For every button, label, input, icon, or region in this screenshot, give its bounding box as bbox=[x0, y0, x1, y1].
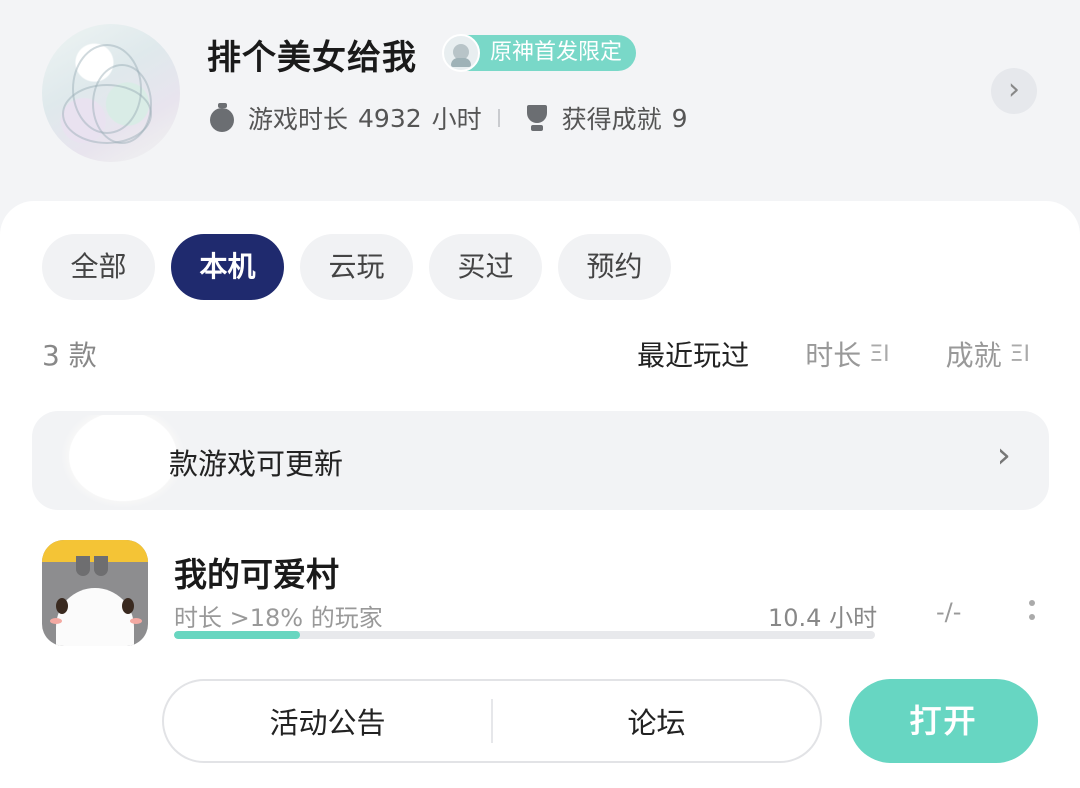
achievements-label: 获得成就 bbox=[561, 105, 662, 134]
playtime-unit: 小时 bbox=[431, 105, 482, 134]
playtime-value: 4932 bbox=[358, 103, 422, 133]
sort-order-icon: ΞI bbox=[869, 341, 890, 367]
game-hours: 10.4 小时 bbox=[768, 604, 878, 632]
achievements-value: 9 bbox=[671, 103, 688, 133]
profile-stats: 游戏时长 4932 小时 获得成就 9 bbox=[208, 98, 688, 138]
sort-recent-label: 最近玩过 bbox=[637, 339, 750, 372]
stat-divider bbox=[497, 109, 500, 127]
profile-badge[interactable]: 原神首发限定 bbox=[442, 34, 637, 72]
forum-button[interactable]: 论坛 bbox=[493, 700, 820, 742]
tab-all[interactable]: 全部 bbox=[42, 234, 155, 300]
profile-header: 排个美女给我 原神首发限定 游戏时长 4932 小时 获得成就 9 › bbox=[0, 0, 1080, 210]
library-panel: 全部 本机 云玩 买过 预约 3 款 最近玩过 时长 ΞI 成就 ΞI 款游戏可… bbox=[0, 201, 1080, 788]
playtime-progress-fill bbox=[174, 631, 301, 639]
game-achievements: -/- bbox=[936, 598, 962, 626]
sort-achievements-label: 成就 bbox=[945, 339, 1002, 372]
game-cat-icon[interactable] bbox=[42, 540, 148, 646]
sort-duration-label: 时长 bbox=[805, 339, 862, 372]
tab-local[interactable]: 本机 bbox=[171, 234, 284, 300]
sort-achievements[interactable]: 成就 ΞI bbox=[946, 334, 1030, 374]
filter-tabs: 全部 本机 云玩 买过 预约 bbox=[42, 234, 671, 300]
update-text: 款游戏可更新 bbox=[169, 447, 344, 481]
avatar[interactable] bbox=[42, 24, 180, 162]
update-available-bar[interactable]: 款游戏可更新 › bbox=[32, 411, 1049, 510]
sort-order-icon: ΞI bbox=[1009, 341, 1030, 367]
game-action-group: 活动公告 论坛 bbox=[162, 679, 822, 763]
sort-duration[interactable]: 时长 ΞI bbox=[805, 334, 889, 374]
chevron-right-icon: › bbox=[996, 435, 1011, 476]
game-count: 3 款 bbox=[42, 339, 97, 372]
update-thumbnail bbox=[62, 415, 184, 507]
trophy-icon bbox=[522, 103, 552, 133]
badge-avatar-icon bbox=[442, 34, 480, 72]
sort-options: 最近玩过 时长 ΞI 成就 ΞI bbox=[637, 334, 1030, 374]
stopwatch-icon bbox=[208, 103, 238, 133]
tab-cloud[interactable]: 云玩 bbox=[300, 234, 413, 300]
game-list-item[interactable]: 我的可爱村 时长 >18% 的玩家 10.4 小时 -/- bbox=[42, 540, 1052, 650]
open-game-button[interactable]: 打开 bbox=[849, 679, 1038, 763]
tab-purchased[interactable]: 买过 bbox=[429, 234, 542, 300]
tab-reserved[interactable]: 预约 bbox=[558, 234, 671, 300]
announcement-button[interactable]: 活动公告 bbox=[164, 700, 491, 742]
playtime-progress bbox=[174, 631, 875, 639]
game-name: 我的可爱村 bbox=[174, 555, 339, 594]
game-library-page: 排个美女给我 原神首发限定 游戏时长 4932 小时 获得成就 9 › 全部 本… bbox=[0, 0, 1080, 788]
badge-label: 原神首发限定 bbox=[466, 35, 637, 71]
chevron-right-icon[interactable]: › bbox=[991, 68, 1037, 114]
playtime-label: 游戏时长 bbox=[248, 105, 349, 134]
game-playtime-rank: 时长 >18% 的玩家 bbox=[174, 604, 383, 632]
more-options-icon[interactable] bbox=[1027, 600, 1037, 628]
username: 排个美女给我 bbox=[207, 38, 417, 78]
sort-recent[interactable]: 最近玩过 bbox=[637, 334, 749, 374]
